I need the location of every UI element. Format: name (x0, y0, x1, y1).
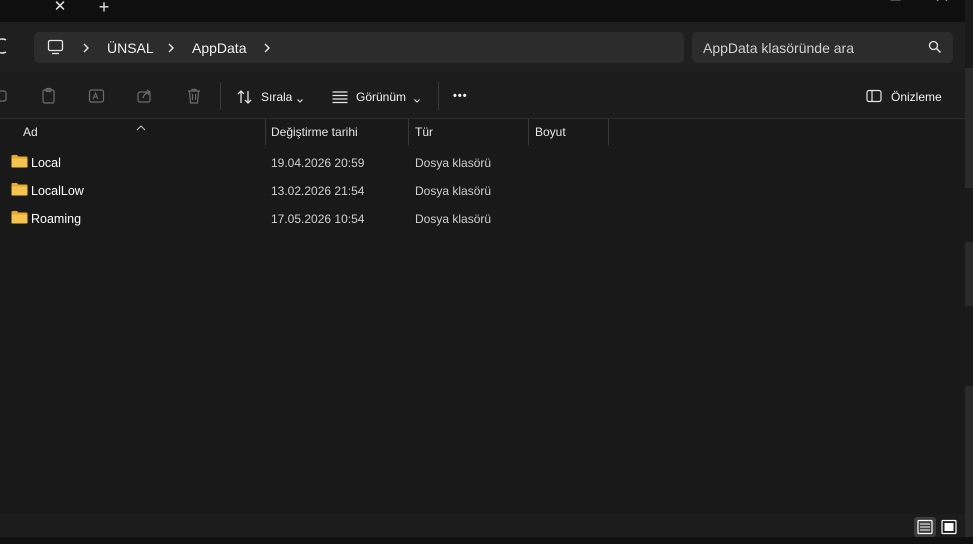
view-button[interactable]: Görünüm (356, 90, 406, 104)
file-modified: 19.04.2026 20:59 (271, 156, 365, 170)
tiles-view-icon (941, 519, 957, 535)
file-name[interactable]: LocalLow (31, 184, 84, 198)
tab-close-button[interactable]: ✕ (48, 0, 72, 19)
refresh-icon (0, 38, 7, 54)
tab-strip (0, 0, 965, 22)
column-header-type[interactable]: Tür (415, 125, 433, 139)
file-name[interactable]: Roaming (31, 212, 81, 226)
sort-icon[interactable] (236, 88, 254, 106)
sort-ascending-icon (136, 118, 146, 131)
view-icon[interactable] (331, 88, 349, 106)
column-header-modified[interactable]: Değiştirme tarihi (271, 125, 358, 139)
file-type: Dosya klasörü (415, 184, 492, 198)
new-tab-button[interactable]: + (92, 0, 116, 19)
refresh-button[interactable] (0, 36, 12, 56)
sort-button[interactable]: Sırala (261, 90, 292, 104)
folder-icon (11, 183, 28, 196)
share-icon[interactable] (136, 87, 154, 105)
details-view-button[interactable] (914, 517, 936, 537)
file-modified: 13.02.2026 21:54 (271, 184, 365, 198)
maximize-button[interactable] (886, 0, 906, 4)
chevron-right-icon[interactable] (81, 40, 91, 56)
column-divider[interactable] (408, 119, 409, 145)
background-window-edge (965, 0, 973, 68)
close-icon (936, 0, 948, 2)
preview-button[interactable]: Önizleme (891, 90, 942, 104)
file-name[interactable]: Local (31, 156, 61, 170)
folder-icon (11, 211, 28, 224)
column-header-size[interactable]: Boyut (535, 125, 566, 139)
file-row[interactable]: Local 19.04.2026 20:59 Dosya klasörü (0, 149, 610, 177)
toolbar-divider (438, 82, 439, 110)
column-divider[interactable] (608, 119, 609, 145)
breadcrumb-appdata[interactable]: AppData (192, 40, 246, 56)
column-divider[interactable] (265, 119, 266, 145)
background-window-edge (965, 0, 973, 544)
this-pc-icon[interactable] (47, 39, 65, 55)
chevron-down-icon (413, 92, 421, 103)
more-options-button[interactable]: ••• (453, 89, 468, 103)
chevron-right-icon[interactable] (262, 40, 272, 56)
file-row[interactable]: Roaming 17.05.2026 10:54 Dosya klasörü (0, 205, 610, 233)
maximize-icon (890, 0, 901, 1)
search-placeholder[interactable]: AppData klasöründe ara (703, 40, 854, 56)
taskbar-edge (0, 537, 973, 544)
breadcrumb-unsal[interactable]: ÜNSAL (107, 40, 154, 56)
file-modified: 17.05.2026 10:54 (271, 212, 365, 226)
background-window-edge (965, 188, 973, 242)
copy-icon[interactable] (0, 87, 12, 105)
folder-icon (11, 155, 28, 168)
column-header-name[interactable]: Ad (23, 125, 38, 139)
delete-icon[interactable] (185, 87, 203, 105)
tiles-view-button[interactable] (938, 517, 960, 537)
column-divider[interactable] (528, 119, 529, 145)
search-icon[interactable] (928, 40, 942, 54)
chevron-right-icon[interactable] (166, 40, 176, 56)
rename-icon[interactable] (88, 87, 106, 105)
window-close-button[interactable] (932, 0, 952, 4)
preview-pane-icon[interactable] (866, 89, 882, 103)
chevron-down-icon (296, 92, 304, 103)
file-type: Dosya klasörü (415, 212, 492, 226)
paste-icon[interactable] (40, 87, 58, 105)
file-row[interactable]: LocalLow 13.02.2026 21:54 Dosya klasörü (0, 177, 610, 205)
file-type: Dosya klasörü (415, 156, 492, 170)
toolbar-divider (220, 82, 221, 110)
background-window-edge (965, 306, 973, 386)
details-view-icon (917, 519, 933, 535)
